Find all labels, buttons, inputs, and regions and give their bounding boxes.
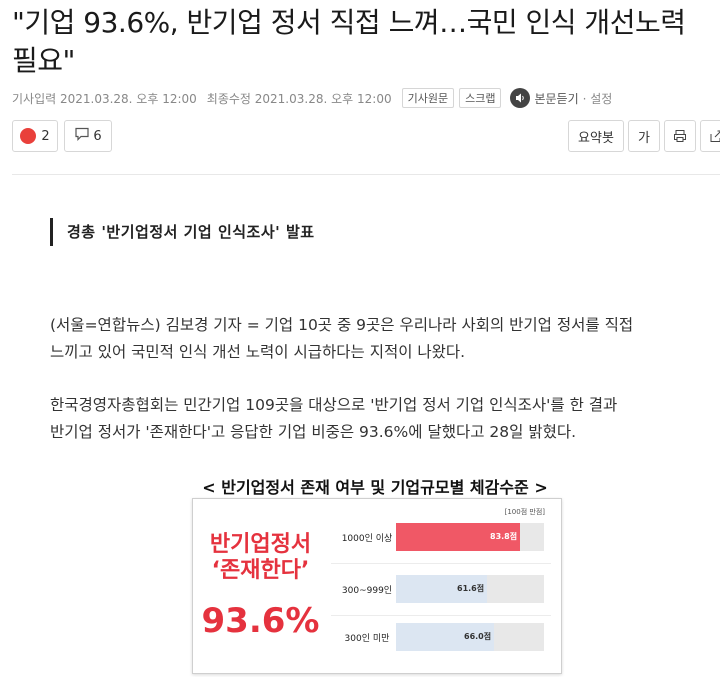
bar-track: 83.8점: [396, 523, 544, 551]
paragraph-line: 반기업 정서가 '존재한다'고 응답한 기업 비중은 93.6%에 달했다고 2…: [50, 423, 577, 441]
print-icon: [674, 130, 686, 142]
paragraph-line: (서울=연합뉴스) 김보경 기자 = 기업 10곳 중 9곳은 우리나라 사회의…: [50, 316, 634, 334]
comment-icon: [74, 127, 90, 145]
settings-link[interactable]: · 설정: [583, 90, 613, 107]
article-headline: "기업 93.6%, 반기업 정서 직접 느껴…국민 인식 개선노력 필요": [12, 4, 720, 80]
published-date: 기사입력 2021.03.28. 오후 12:00: [12, 91, 197, 106]
article-meta: 기사입력 2021.03.28. 오후 12:00 최종수정 2021.03.2…: [12, 88, 612, 108]
paragraph-line: 느끼고 있어 국민적 인식 개선 노력이 시급하다는 지적이 나왔다.: [50, 343, 466, 361]
listen-button[interactable]: 본문듣기: [534, 90, 578, 107]
audio-listen-icon[interactable]: [510, 88, 531, 108]
article-subtitle: 경총 '반기업정서 기업 인식조사' 발표: [50, 218, 315, 246]
bar-category-label: 300인 미만: [344, 634, 390, 644]
figure-label-line: ‘존재한다’: [211, 558, 310, 583]
modified-date: 최종수정 2021.03.28. 오후 12:00: [206, 91, 392, 106]
row-divider: [331, 615, 551, 616]
share-button[interactable]: [700, 120, 720, 152]
reaction-button[interactable]: 2: [12, 120, 58, 152]
print-button[interactable]: [664, 120, 696, 152]
share-icon: [710, 130, 720, 142]
bar-category-label: 1000인 이상: [341, 534, 393, 544]
headline-line: 필요": [12, 44, 75, 77]
paragraph: 한국경영자총협회는 민간기업 109곳을 대상으로 '반기업 정서 기업 인식조…: [50, 392, 700, 446]
score-note: [100점 만점]: [504, 508, 545, 516]
row-divider: [331, 563, 551, 564]
bar-value-label: 61.6점: [457, 584, 485, 593]
figure-label-line: 반기업정서: [209, 532, 312, 557]
bar-track: 66.0점: [396, 623, 544, 651]
paragraph: (서울=연합뉴스) 김보경 기자 = 기업 10곳 중 9곳은 우리나라 사회의…: [50, 312, 700, 366]
bar-value-label: 66.0점: [464, 632, 492, 641]
comment-count: 6: [93, 128, 102, 144]
figure-big-value: 93.6%: [201, 601, 320, 641]
header-divider: [12, 174, 720, 175]
paragraph-line: 한국경영자총협회는 민간기업 109곳을 대상으로 '반기업 정서 기업 인식조…: [50, 396, 618, 414]
bar-category-label: 300~999인: [341, 586, 393, 596]
angry-face-icon: [20, 128, 37, 144]
figure-title: < 반기업정서 존재 여부 및 기업규모별 체감수준 >: [202, 478, 548, 497]
summary-bot-button[interactable]: 요약봇: [568, 120, 624, 152]
bar-value-label: 83.8점: [490, 532, 518, 541]
scrap-button[interactable]: 스크랩: [459, 88, 502, 108]
font-size-button[interactable]: 가: [628, 120, 660, 152]
comment-button[interactable]: 6: [64, 120, 112, 152]
reaction-count: 2: [41, 128, 50, 144]
article-actions: 2 6 요약봇 가: [12, 120, 720, 154]
original-article-button[interactable]: 기사원문: [401, 88, 455, 108]
headline-line: "기업 93.6%, 반기업 정서 직접 느껴…국민 인식 개선노력: [12, 6, 686, 39]
infographic: 반기업정서 ‘존재한다’ 93.6% [100점 만점] 1000인 이상 83.…: [192, 498, 562, 674]
bar-track: 61.6점: [396, 575, 544, 603]
